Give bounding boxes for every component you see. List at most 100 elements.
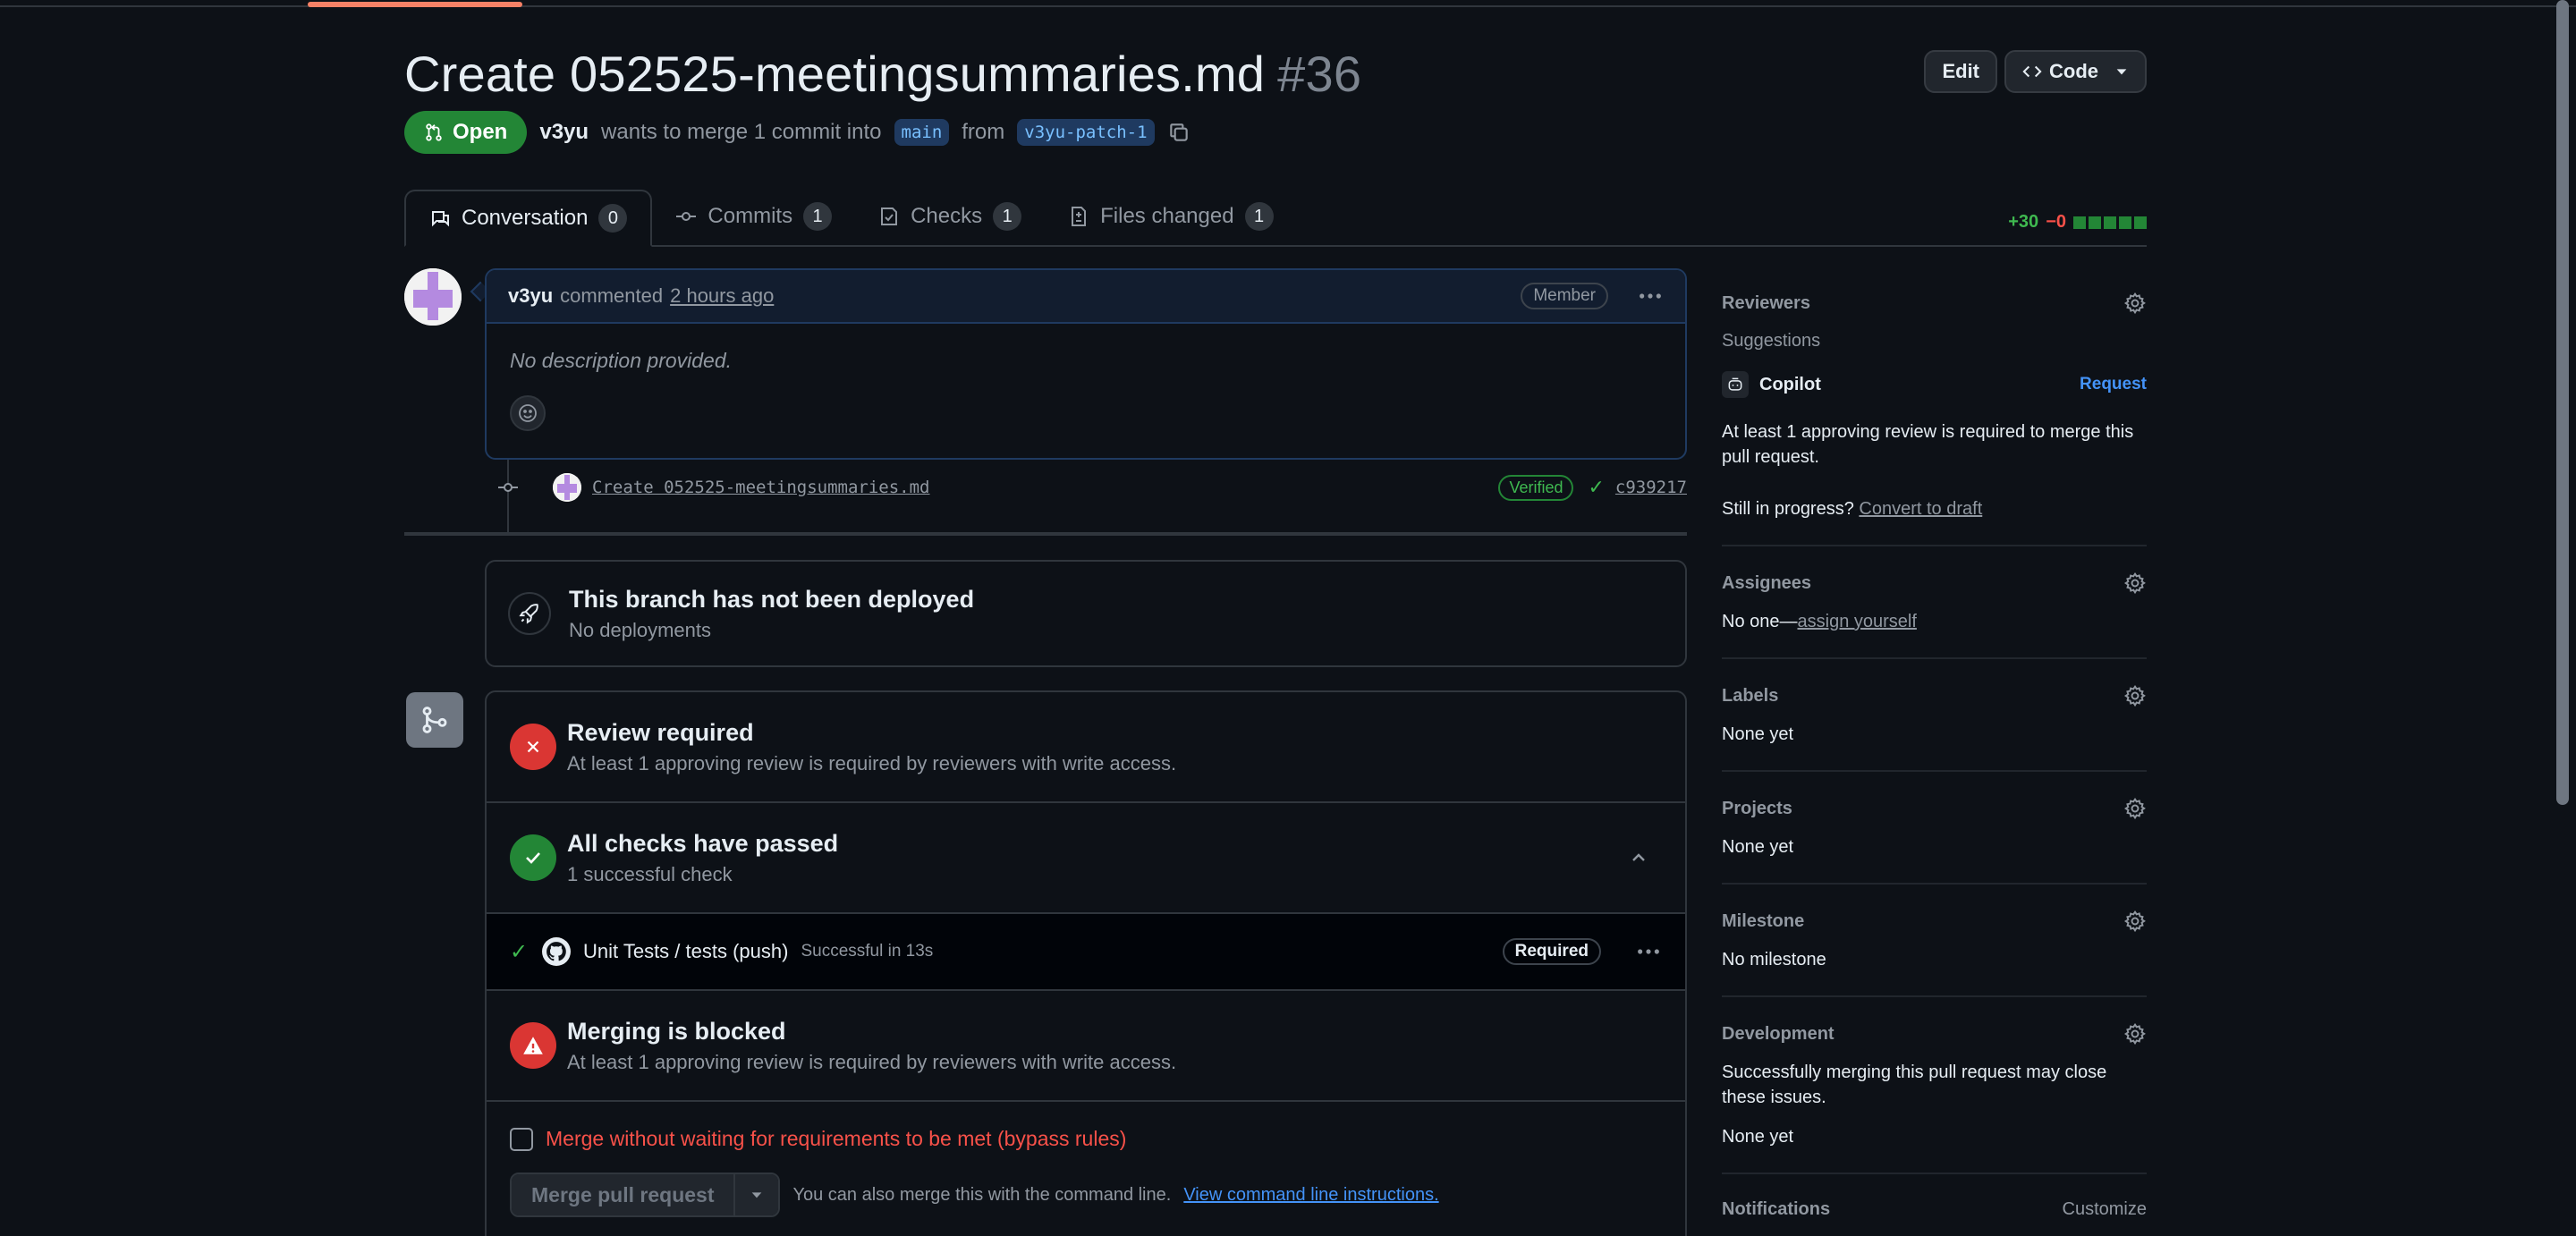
merge-method-dropdown[interactable] xyxy=(733,1174,779,1215)
deployment-text: This branch has not been deployed No dep… xyxy=(569,586,974,642)
pr-title-text: Create 052525-meetingsummaries.md xyxy=(404,46,1266,102)
tab-count: 1 xyxy=(1244,202,1274,231)
commit-avatar[interactable] xyxy=(553,473,581,502)
merge-actions-section: Merge without waiting for requirements t… xyxy=(487,1102,1685,1236)
tab-files-changed[interactable]: Files changed 1 xyxy=(1045,188,1296,245)
tab-label: Checks xyxy=(911,204,983,228)
tab-commits[interactable]: Commits 1 xyxy=(652,188,855,245)
copy-icon[interactable] xyxy=(1167,121,1191,144)
suggestions-label: Suggestions xyxy=(1722,331,1821,351)
reviewers-label: Reviewers xyxy=(1722,292,1810,313)
sidebar: Reviewers Suggestions Copilot Request At… xyxy=(1722,268,2147,1220)
development-label: Development xyxy=(1722,1023,1835,1044)
check-name[interactable]: Unit Tests / tests (push) xyxy=(583,940,788,963)
pr-meta: Open v3yu wants to merge 1 commit into m… xyxy=(404,111,1191,154)
bypass-rules-option[interactable]: Merge without waiting for requirements t… xyxy=(510,1127,1662,1151)
scrollbar-thumb[interactable] xyxy=(2556,0,2569,805)
commit-message-link[interactable]: Create 052525-meetingsummaries.md xyxy=(592,478,930,497)
verified-badge[interactable]: Verified xyxy=(1498,474,1574,501)
pr-number: #36 xyxy=(1277,46,1362,102)
avatar[interactable] xyxy=(404,268,462,326)
bypass-checkbox[interactable] xyxy=(510,1127,533,1151)
tab-count: 1 xyxy=(993,202,1022,231)
triangle-down-icon xyxy=(2116,69,2127,75)
assignees-value: No one—assign yourself xyxy=(1722,609,2147,634)
commit-item: Create 052525-meetingsummaries.md Verifi… xyxy=(497,472,1687,503)
sidebar-projects: Projects None yet xyxy=(1722,772,2147,885)
tab-count: 0 xyxy=(598,204,628,233)
sidebar-development: Development Successfully merging this pu… xyxy=(1722,997,2147,1174)
sidebar-labels: Labels None yet xyxy=(1722,659,2147,772)
add-reaction-button[interactable] xyxy=(510,395,546,431)
kebab-dots xyxy=(1640,293,1661,299)
assign-yourself-link[interactable]: assign yourself xyxy=(1798,612,1917,631)
kebab-icon[interactable] xyxy=(1637,283,1664,309)
tab-underline-accent xyxy=(308,2,522,7)
git-merge-icon xyxy=(406,692,463,748)
customize-link[interactable]: Customize xyxy=(2063,1199,2147,1220)
checks-title: All checks have passed xyxy=(567,829,839,857)
diffstat-block xyxy=(2089,216,2101,229)
cli-text: You can also merge this with the command… xyxy=(792,1184,1172,1205)
tab-label: Files changed xyxy=(1100,204,1234,228)
head-branch[interactable]: v3yu-patch-1 xyxy=(1017,119,1155,146)
review-note: At least 1 approving review is required … xyxy=(1722,422,2134,467)
commit-dot xyxy=(498,483,518,492)
tab-conversation[interactable]: Conversation 0 xyxy=(404,190,653,247)
base-branch[interactable]: main xyxy=(894,119,950,146)
alert-glyph xyxy=(523,1037,543,1054)
projects-value: None yet xyxy=(1722,837,1794,857)
chevron-up-icon[interactable] xyxy=(1628,847,1649,868)
github-icon xyxy=(542,937,571,966)
checks-subtitle: 1 successful check xyxy=(567,862,733,885)
required-badge: Required xyxy=(1502,938,1601,965)
projects-label: Projects xyxy=(1722,798,1792,818)
edit-button[interactable]: Edit xyxy=(1924,50,1997,93)
tab-count: 1 xyxy=(803,202,833,231)
sidebar-heading: Reviewers xyxy=(1722,292,2147,315)
comment-author[interactable]: v3yu xyxy=(508,284,553,308)
kebab-icon[interactable] xyxy=(1635,938,1662,965)
check-glyph xyxy=(526,852,540,864)
assignees-label: Assignees xyxy=(1722,572,1812,593)
member-badge: Member xyxy=(1521,283,1608,309)
gear-icon[interactable] xyxy=(2123,684,2147,707)
comment-action: commented xyxy=(560,284,664,307)
check-icon: ✓ xyxy=(510,939,529,964)
labels-label: Labels xyxy=(1722,685,1779,706)
pr-author-link[interactable]: v3yu xyxy=(539,120,589,145)
gear-icon[interactable] xyxy=(2123,910,2147,933)
smiley-icon xyxy=(519,404,537,422)
tab-checks[interactable]: Checks 1 xyxy=(855,188,1045,245)
tab-label: Conversation xyxy=(462,206,589,230)
gear-icon[interactable] xyxy=(2123,1022,2147,1046)
git-merge-glyph xyxy=(422,707,447,733)
sidebar-heading: Milestone xyxy=(1722,910,2147,933)
code-button-label: Code xyxy=(2049,60,2098,82)
check-icon[interactable]: ✓ xyxy=(1588,476,1604,499)
state-label: Open xyxy=(453,120,508,144)
checks-section[interactable]: All checks have passed 1 successful chec… xyxy=(487,803,1685,914)
pr-title: Create 052525-meetingsummaries.md #36 xyxy=(404,45,2147,103)
deployment-box: This branch has not been deployed No dep… xyxy=(485,560,1687,667)
scrollbar[interactable] xyxy=(2555,0,2569,1236)
pr-description-comment: v3yu commented 2 hours ago Member No des… xyxy=(485,268,1687,460)
merge-button-group: Merge pull request xyxy=(510,1173,781,1217)
comment-timestamp[interactable]: 2 hours ago xyxy=(670,284,774,308)
diffstat-block xyxy=(2134,216,2147,229)
commit-sha-link[interactable]: c939217 xyxy=(1615,478,1687,497)
sidebar-heading: Labels xyxy=(1722,684,2147,707)
assignees-none: No one— xyxy=(1722,612,1798,631)
code-button[interactable]: Code xyxy=(2004,50,2147,93)
github-glyph xyxy=(547,942,566,961)
gear-icon[interactable] xyxy=(2123,797,2147,820)
convert-to-draft-link[interactable]: Convert to draft xyxy=(1859,499,1982,519)
gear-icon[interactable] xyxy=(2123,571,2147,595)
diffstat-block xyxy=(2073,216,2086,229)
request-review-link[interactable]: Request xyxy=(2080,375,2147,394)
merge-pull-request-button[interactable]: Merge pull request xyxy=(512,1174,734,1215)
identicon-avatar xyxy=(553,473,581,502)
file-diff-icon xyxy=(1072,207,1087,226)
gear-icon[interactable] xyxy=(2123,292,2147,315)
cli-instructions-link[interactable]: View command line instructions. xyxy=(1183,1185,1438,1206)
